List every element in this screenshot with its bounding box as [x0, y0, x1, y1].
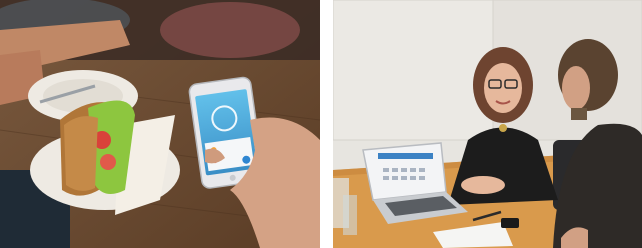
background-cushion	[160, 2, 300, 58]
sandwich-crust	[64, 116, 98, 191]
photo-meeting-laptop	[333, 0, 642, 248]
laptop-screen-header	[378, 153, 433, 159]
tomato-2	[100, 154, 116, 170]
wall-panel-left	[333, 0, 494, 141]
photo-phone-over-food	[0, 0, 320, 248]
meeting-scene	[333, 0, 642, 248]
necklace	[499, 124, 507, 132]
food-scene	[0, 0, 320, 248]
woman-hands	[461, 176, 505, 194]
smartphone	[501, 218, 519, 228]
man-beard	[571, 108, 587, 120]
water-glass-2	[343, 195, 357, 235]
man-face	[562, 66, 590, 110]
